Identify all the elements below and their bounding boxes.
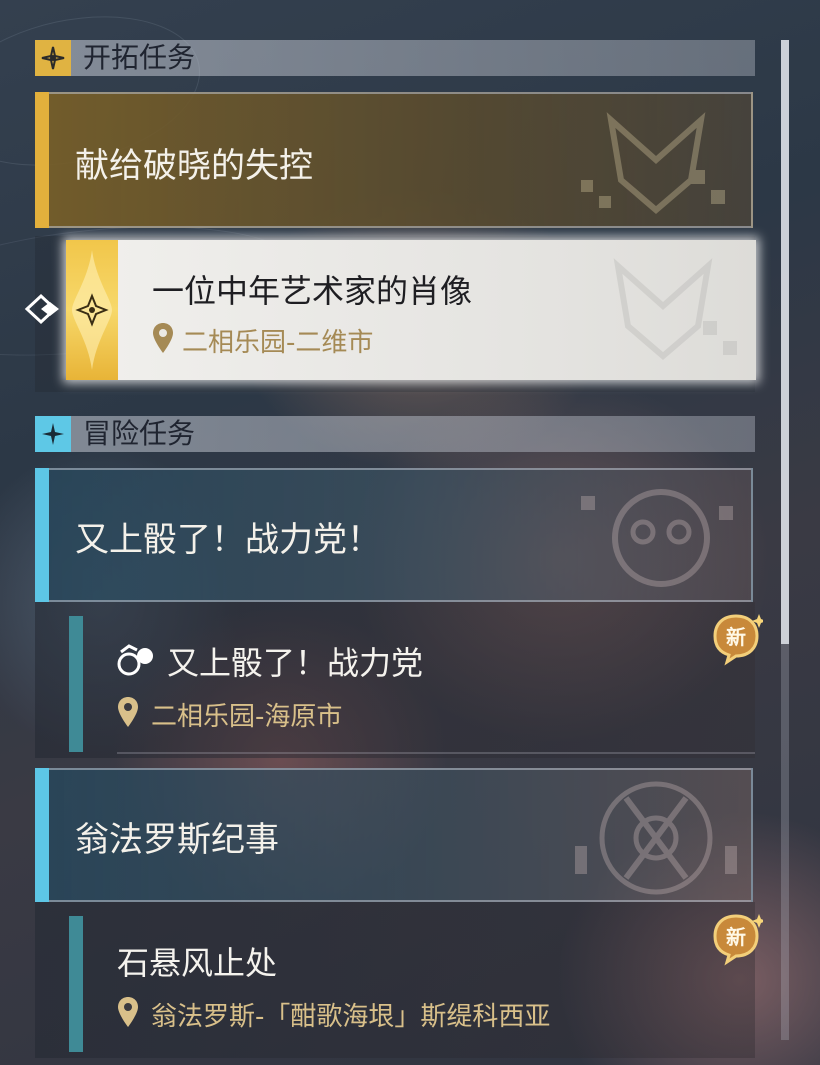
adventure-section-header: 冒险任务 [35,416,755,452]
trailblaze-section-header: 开拓任务 [35,40,755,76]
new-badge: 新 [709,612,763,666]
subquest-location: 翁法罗斯-「酣歌海垠」斯缇科西亚 [151,1002,551,1032]
section-title: 开拓任务 [83,41,196,74]
badge-text: 新 [726,925,746,949]
trailblaze-emblem-icon [72,250,112,370]
trailblaze-quest-strip [66,240,118,380]
quest-card-adventure[interactable]: 翁法罗斯纪事 [35,768,753,902]
badge-text: 新 [726,625,746,649]
subquest-item[interactable]: 又上骰了！战力党 二相乐园-海原市 新 [35,602,763,758]
dice-game-icon [117,644,153,676]
subquest-location: 二相乐园-二维市 [182,328,374,358]
quest-emblem-icon [581,489,733,587]
trailblaze-star-icon [35,40,71,76]
quest-title: 又上骰了！战力党！ [75,520,381,560]
quest-type-bar [35,468,49,602]
quest-card-trailblaze[interactable]: 献给破晓的失控 [35,92,753,228]
quest-type-bar [35,92,49,228]
subquest-item[interactable]: 石悬风止处 翁法罗斯-「酣歌海垠」斯缇科西亚 新 [35,902,763,1058]
location-pin-icon [118,997,138,1027]
subquest-location: 二相乐园-海原市 [151,702,343,732]
subquest-title: 一位中年艺术家的肖像 [152,272,473,310]
quest-title: 献给破晓的失控 [75,146,313,186]
subquest-selected[interactable]: 一位中年艺术家的肖像 二相乐园-二维市 [66,240,756,380]
new-badge: 新 [709,912,763,966]
quest-emblem-icon [613,258,737,360]
location-pin-icon [153,323,173,353]
subquest-bar [69,616,83,752]
divider [117,752,755,754]
quest-emblem-icon [581,112,725,214]
subquest-title: 石悬风止处 [117,944,278,982]
subquest-bar [69,916,83,1052]
section-title: 冒险任务 [83,417,196,450]
selected-arrow-icon [24,293,59,325]
location-pin-icon [118,697,138,727]
adventure-star-icon [35,416,71,452]
subquest-title: 又上骰了！战力党 [167,644,424,682]
quest-title: 翁法罗斯纪事 [75,820,279,860]
quest-card-adventure[interactable]: 又上骰了！战力党！ [35,468,753,602]
quest-type-bar [35,768,49,902]
scrollbar-thumb[interactable] [781,40,789,644]
quest-emblem-icon [575,781,737,895]
